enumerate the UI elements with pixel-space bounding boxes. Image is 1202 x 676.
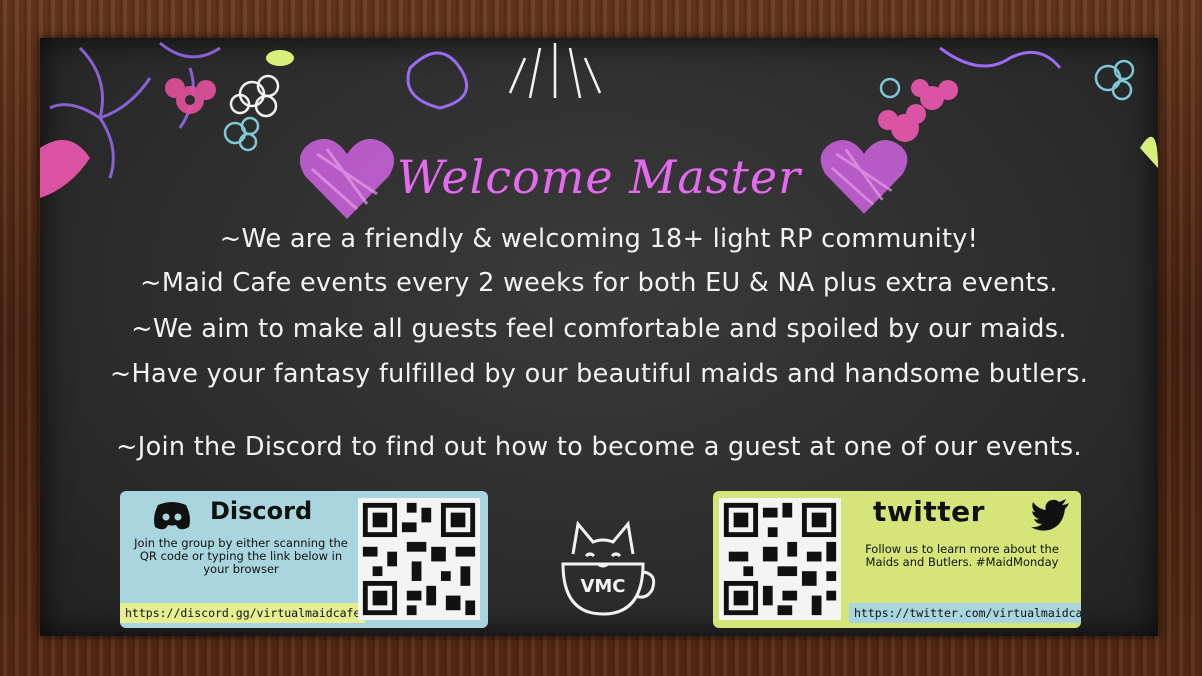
discord-description: Join the group by either scanning the QR… [134, 536, 348, 576]
twitter-card[interactable]: twitter Follow us to learn more about th… [713, 491, 1081, 628]
text-line-5: ~Join the Discord to find out how to bec… [116, 432, 1082, 462]
discord-link[interactable]: https://discord.gg/virtualmaidcafe [120, 603, 366, 623]
twitter-qr-code-icon[interactable] [719, 498, 841, 620]
twitter-description: Follow us to learn more about the Maids … [865, 542, 1059, 569]
discord-card[interactable]: Discord Join the group by either scannin… [120, 491, 488, 628]
page-title: Welcome Master [396, 150, 802, 204]
discord-title: Discord [210, 497, 313, 525]
twitter-title: twitter [873, 495, 985, 528]
text-line-4: ~Have your fantasy fulfilled by our beau… [109, 359, 1089, 389]
text-line-3: ~We aim to make all guests feel comforta… [131, 314, 1067, 344]
text-line-1: ~We are a friendly & welcoming 18+ light… [219, 224, 979, 254]
twitter-link[interactable]: https://twitter.com/virtualmaidcafe [849, 603, 1081, 623]
discord-qr-code-icon[interactable] [358, 498, 480, 620]
chalkboard: Welcome Master ~We are a friendly & welc… [40, 38, 1158, 636]
text-line-2: ~Maid Cafe events every 2 weeks for both… [140, 268, 1058, 298]
discord-logo-icon [154, 502, 190, 530]
vmc-logo-icon: VMC [561, 520, 656, 616]
flower-decoration-center-icon [406, 43, 602, 110]
vmc-logo-text: VMC [580, 576, 625, 597]
twitter-bird-icon [1031, 499, 1069, 531]
